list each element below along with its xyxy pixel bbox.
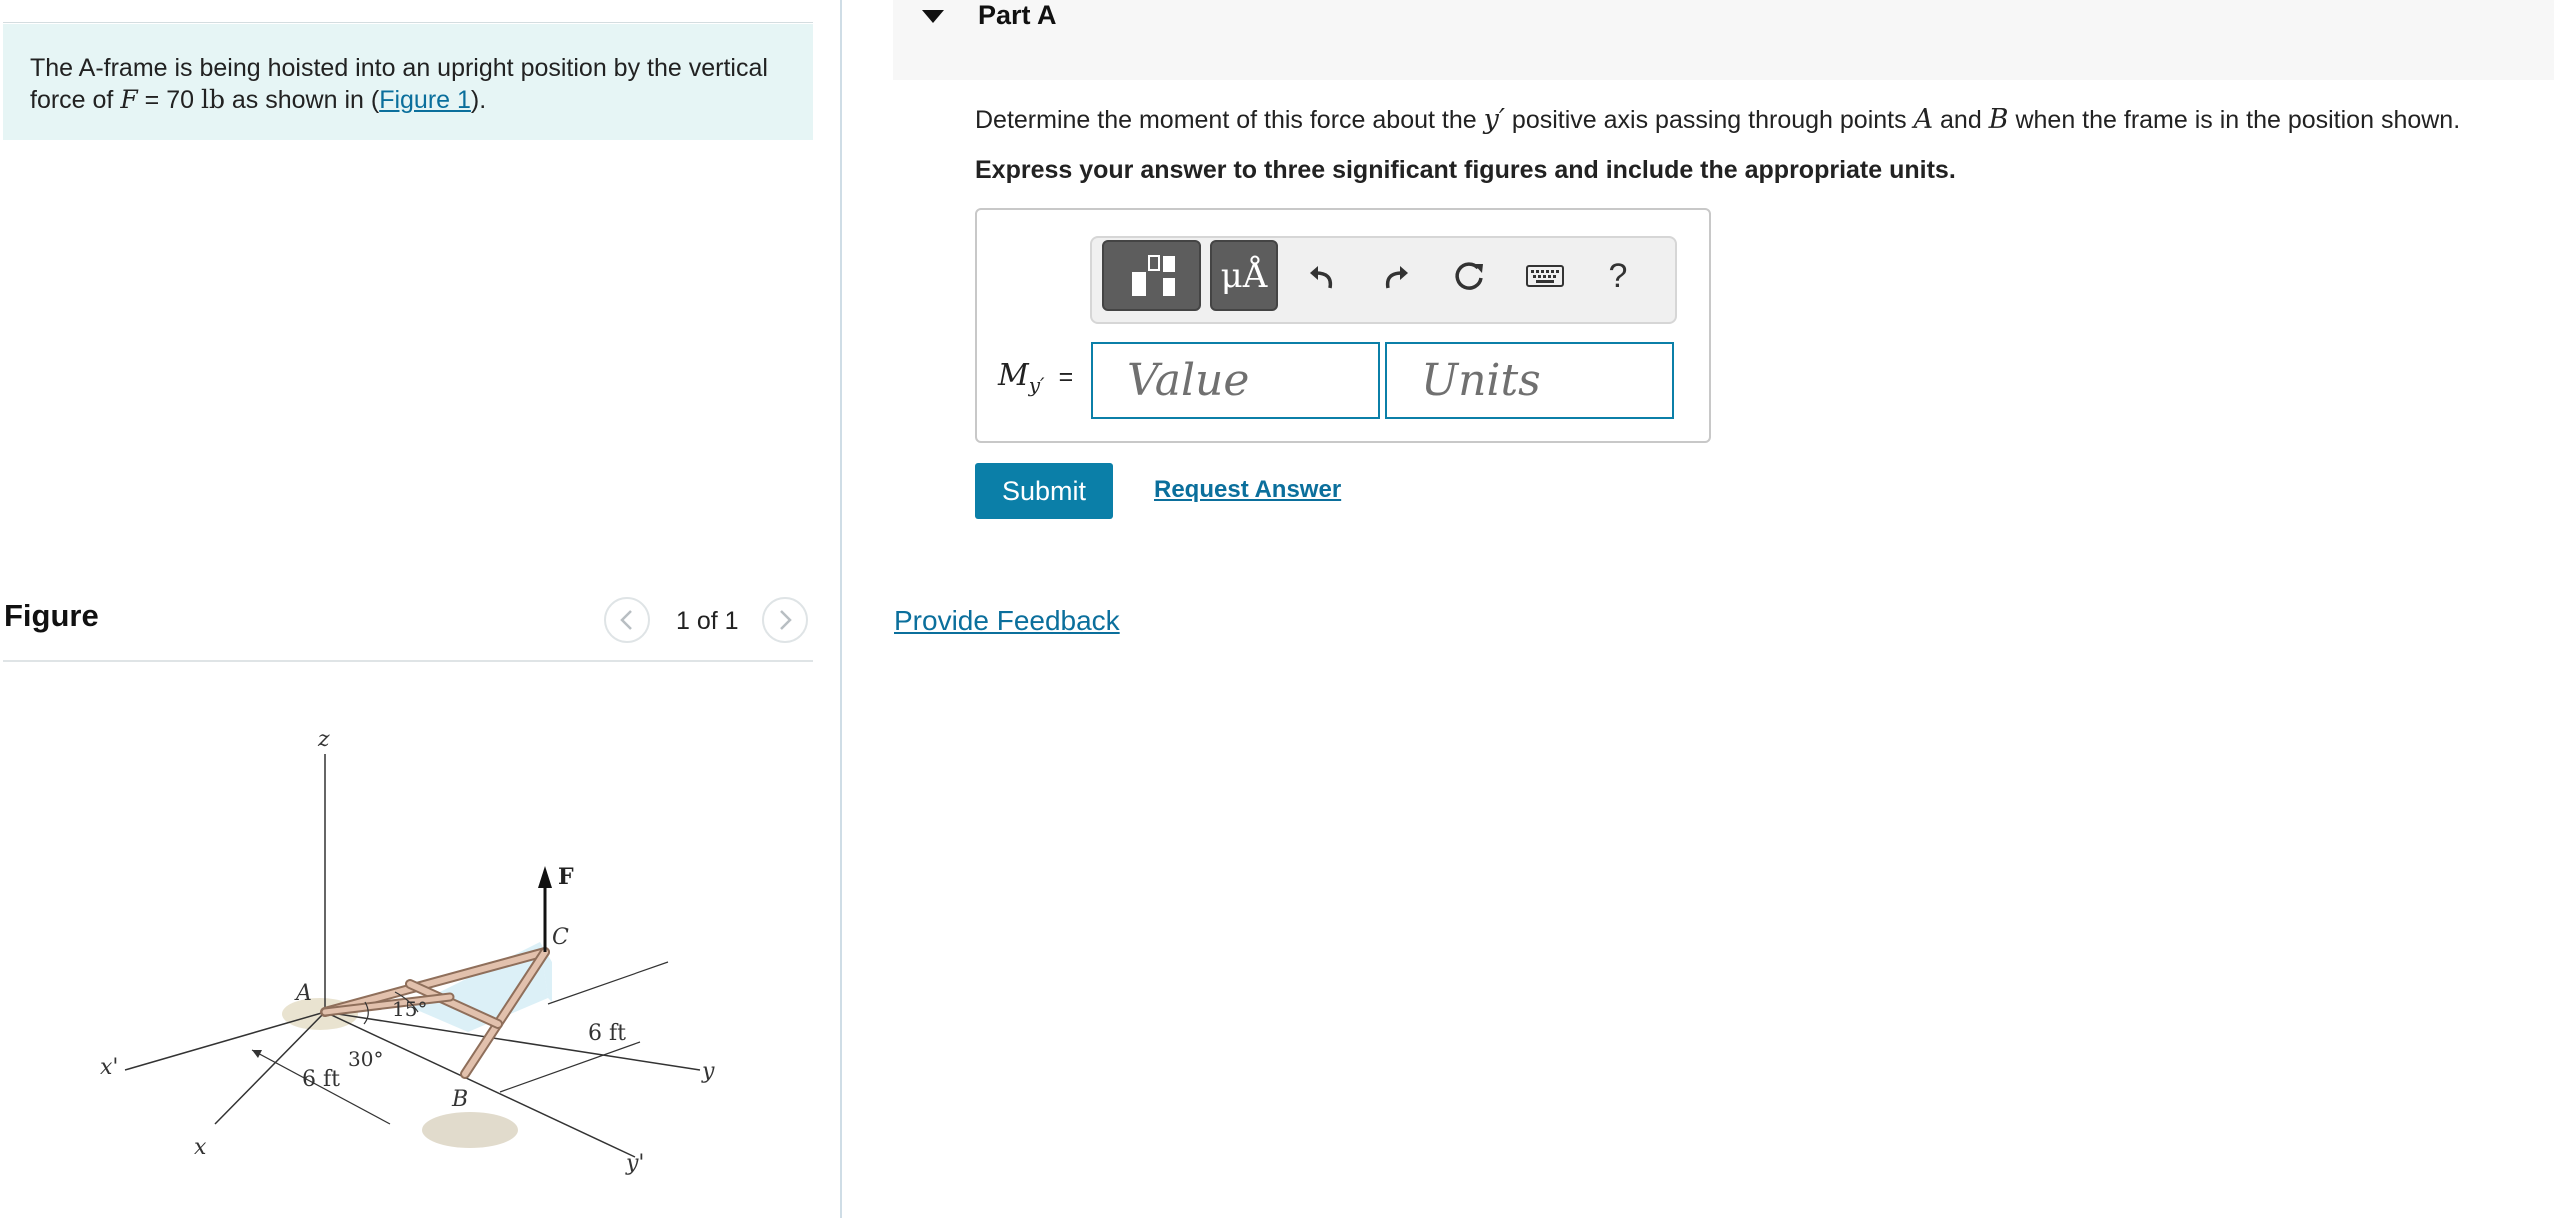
force-arrowhead [538,866,552,888]
request-answer-link[interactable]: Request Answer [1154,476,1341,504]
units-symbols-label: μÅ [1220,255,1268,296]
label-y: y [701,1059,715,1084]
collapse-caret-icon[interactable] [920,8,946,26]
figure-link[interactable]: Figure 1 [379,86,471,114]
force-value: 70 [166,86,194,114]
templates-button[interactable] [1102,240,1201,311]
answer-instruction: Express your answer to three significant… [975,156,1956,184]
answer-label-M: M [998,358,1029,393]
label-z: z [317,727,330,752]
submit-button[interactable]: Submit [975,463,1113,519]
figure-title: Figure [4,598,99,633]
label-x: x [194,1135,207,1160]
label-x-prime: x' [100,1055,118,1080]
axis-variable: y′ [1483,104,1505,135]
problem-text-after: ). [470,86,487,114]
label-6ft-left: 6 ft [302,1067,340,1092]
force-unit: lb [200,85,225,114]
help-label: ? [1608,256,1628,295]
keyboard-button[interactable] [1522,252,1568,300]
point-b-variable: B [1988,104,2009,135]
label-angle-30: 30° [348,1047,383,1071]
label-6ft-right: 6 ft [588,1021,626,1046]
question-and: and [1933,106,1989,134]
units-symbols-button[interactable]: μÅ [1210,240,1278,311]
figure-next-button[interactable] [762,597,808,643]
redo-button[interactable] [1374,252,1418,300]
keyboard-icon [1526,265,1564,287]
x-prime-axis [124,1011,326,1071]
provide-feedback-link[interactable]: Provide Feedback [894,605,1120,637]
redo-icon [1385,266,1408,289]
question-before: Determine the moment of this force about… [975,106,1484,134]
figure-prev-button[interactable] [604,597,650,643]
column-splitter[interactable] [840,0,842,1218]
part-a-title: Part A [978,0,1057,30]
chevron-right-icon [780,610,792,630]
label-C: C [552,925,569,950]
label-F: F [558,864,574,890]
answer-equals: = [1058,363,1074,391]
dim-line-right [547,961,669,1005]
chevron-left-icon [620,610,632,630]
a-frame-figure: z F C A 15° 30° 6 ft 6 ft x' y B x y' [100,727,715,1176]
top-divider [3,22,813,23]
label-A: A [294,981,312,1006]
question-text: Determine the moment of this force about… [975,104,2460,136]
part-a-header[interactable] [893,0,2554,80]
label-y-prime: y' [625,1151,644,1176]
answer-label-subscript: y′ [1028,373,1045,397]
problem-text-middle: as shown in ( [224,86,380,114]
force-variable: F [120,85,138,114]
reset-icon [1455,262,1483,290]
problem-equals: = [137,86,167,114]
value-input[interactable] [1091,342,1380,419]
units-input[interactable] [1385,342,1674,419]
point-a-variable: A [1913,104,1934,135]
templates-icon [1131,254,1175,296]
shadow-b [422,1112,518,1148]
question-after: when the frame is in the position shown. [2008,106,2461,134]
undo-icon [1310,266,1333,289]
problem-statement: The A-frame is being hoisted into an upr… [3,24,813,140]
label-B: B [451,1087,468,1112]
help-button[interactable]: ? [1596,252,1640,300]
reset-button[interactable] [1448,252,1492,300]
question-middle: positive axis passing through points [1504,106,1914,134]
undo-button[interactable] [1300,252,1344,300]
label-angle-15: 15° [392,997,427,1021]
answer-label: My′ = [998,358,1073,397]
figure-counter: 1 of 1 [676,607,739,635]
